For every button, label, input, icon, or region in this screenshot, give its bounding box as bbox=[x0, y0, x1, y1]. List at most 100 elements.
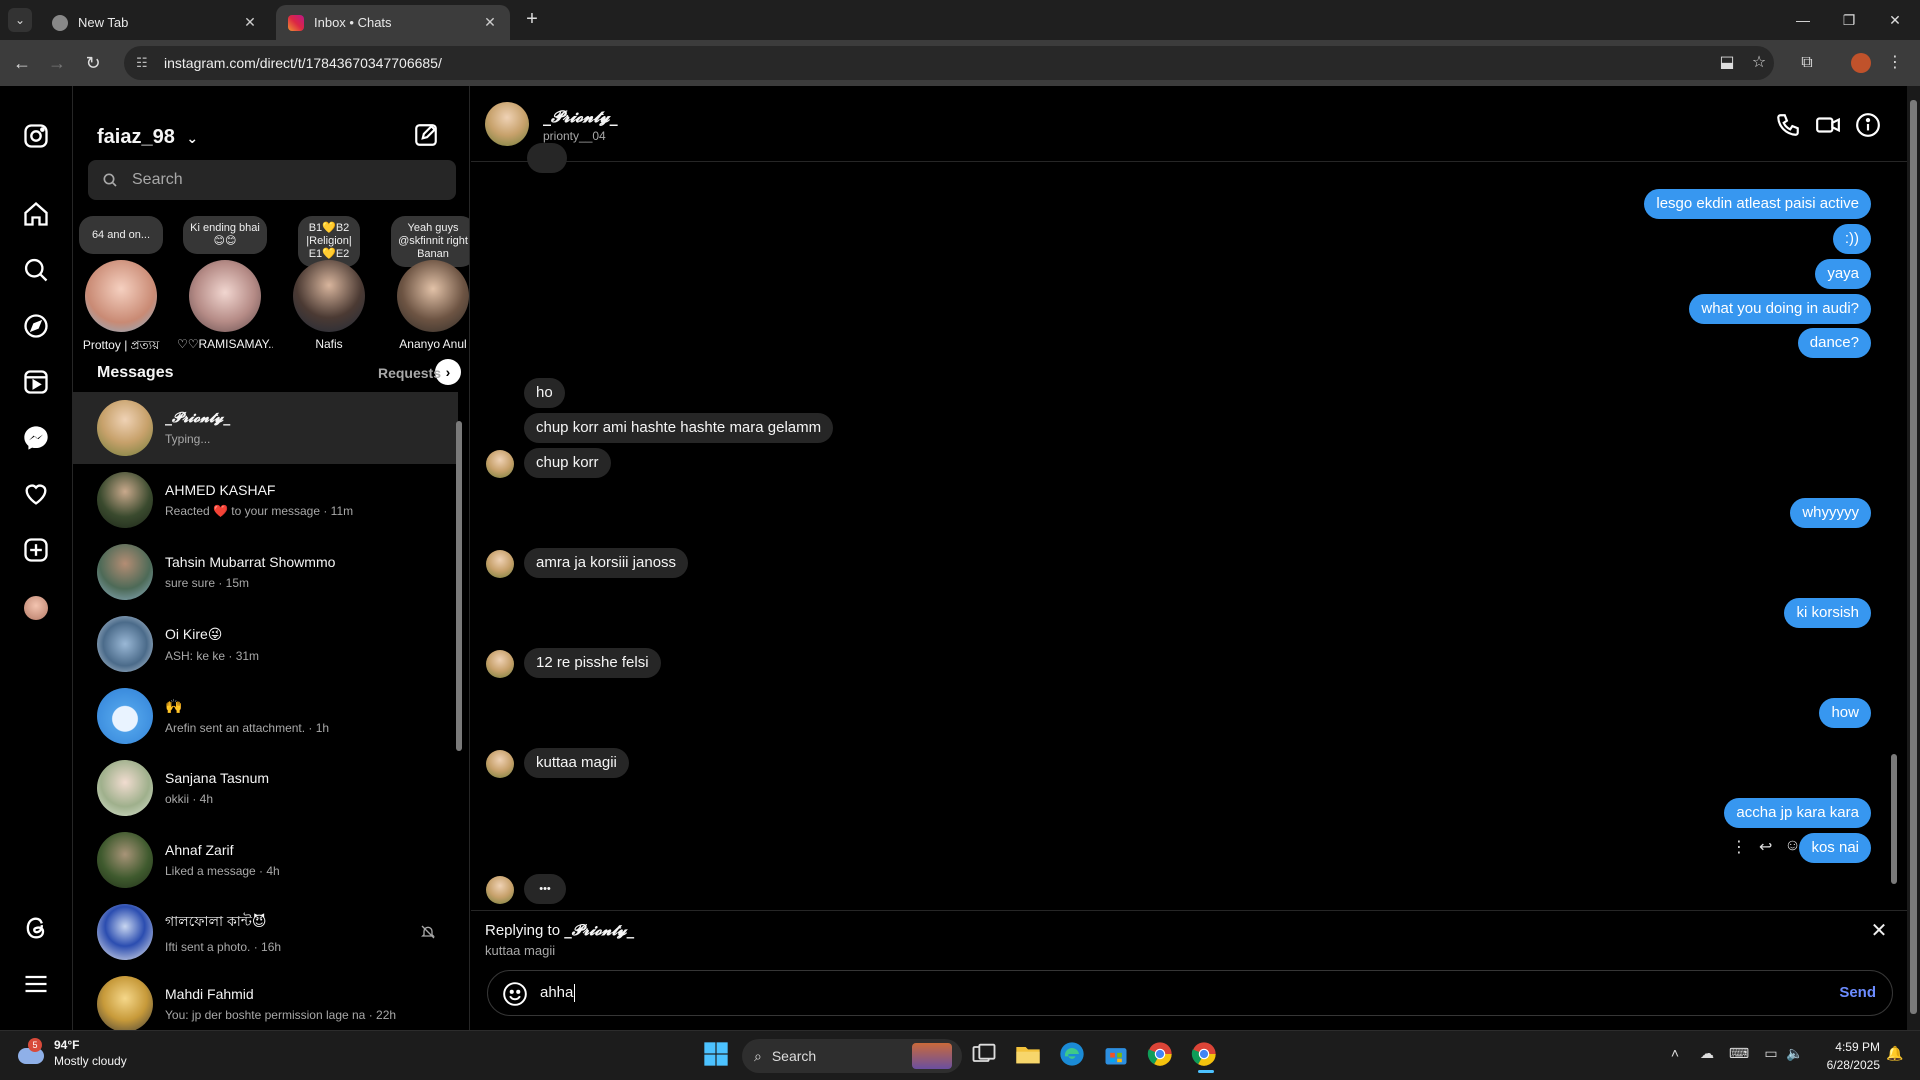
threads-icon[interactable] bbox=[22, 914, 50, 942]
chat-contact-name[interactable]: _𝓟𝓻𝓲𝓸𝓷𝓽𝔂_ bbox=[543, 107, 618, 127]
message-bubble-outgoing[interactable]: dance? bbox=[1797, 328, 1871, 358]
close-icon[interactable]: ✕ bbox=[1867, 919, 1891, 943]
message-bubble-outgoing[interactable]: yaya bbox=[1815, 259, 1871, 289]
microsoft-store-icon[interactable] bbox=[1102, 1040, 1134, 1072]
instagram-logo-icon[interactable] bbox=[22, 122, 50, 150]
browser-menu-icon[interactable]: ⋮ bbox=[1880, 46, 1910, 80]
scrollbar-thumb[interactable] bbox=[1891, 754, 1897, 884]
onedrive-off-icon[interactable]: ☁ bbox=[1696, 1045, 1718, 1062]
file-explorer-icon[interactable] bbox=[1014, 1040, 1046, 1072]
message-bubble-outgoing[interactable]: ki korsish bbox=[1784, 598, 1871, 628]
inbox-scrollbar[interactable] bbox=[455, 401, 463, 1027]
tab-close-icon[interactable]: ✕ bbox=[482, 14, 498, 31]
scrollbar-thumb[interactable] bbox=[456, 421, 462, 751]
message-bubble-incoming[interactable]: chup korr bbox=[524, 448, 611, 478]
message-bubble-outgoing[interactable]: accha jp kara kara bbox=[1724, 798, 1871, 828]
send-button[interactable]: Send bbox=[1839, 984, 1876, 1001]
more-menu-icon[interactable] bbox=[22, 970, 50, 998]
keyboard-icon[interactable]: ⌨ bbox=[1728, 1045, 1750, 1062]
message-bubble-incoming[interactable]: amra ja korsiii janoss bbox=[524, 548, 689, 578]
message-bubble-outgoing[interactable]: how bbox=[1819, 698, 1871, 728]
conversation-item[interactable]: Mahdi Fahmid You: jp der boshte permissi… bbox=[73, 968, 458, 1030]
message-bubble-outgoing[interactable]: whyyyyy bbox=[1790, 498, 1871, 528]
taskbar-search[interactable]: ⌕ Search bbox=[742, 1039, 962, 1073]
reels-icon[interactable] bbox=[22, 368, 50, 396]
account-switcher[interactable]: faiaz_98 ⌄ bbox=[97, 126, 198, 149]
conversation-item[interactable]: Sanjana Tasnum okkii · 4h bbox=[73, 752, 458, 824]
windows-start-icon[interactable] bbox=[702, 1040, 734, 1072]
conversation-item[interactable]: Tahsin Mubarrat Showmmo sure sure · 15m bbox=[73, 536, 458, 608]
new-tab-plus-icon[interactable]: + bbox=[520, 8, 544, 32]
reload-icon[interactable]: ↻ bbox=[80, 50, 106, 76]
conversation-info-icon[interactable] bbox=[1855, 112, 1881, 138]
message-bubble-outgoing[interactable]: kos nai bbox=[1799, 833, 1871, 863]
avatar bbox=[97, 760, 153, 816]
create-plus-icon[interactable] bbox=[22, 536, 50, 564]
message-bubble-outgoing[interactable]: :)) bbox=[1832, 224, 1871, 254]
more-options-icon[interactable]: ⋮ bbox=[1731, 837, 1747, 857]
conversation-item[interactable]: গালফোলা কান্ট😈 Ifti sent a photo. · 16h bbox=[73, 896, 458, 968]
profile-avatar[interactable] bbox=[22, 594, 50, 622]
tab-inbox-chats[interactable]: Inbox • Chats ✕ bbox=[276, 5, 510, 40]
messenger-icon[interactable] bbox=[22, 424, 50, 452]
edge-browser-icon[interactable] bbox=[1058, 1040, 1090, 1072]
tab-search-chevron-icon[interactable]: ⌄ bbox=[8, 8, 32, 32]
phone-call-icon[interactable] bbox=[1775, 112, 1801, 138]
conversation-item[interactable]: AHMED KASHAF Reacted ❤️ to your message … bbox=[73, 464, 458, 536]
chrome-active-icon[interactable] bbox=[1190, 1040, 1222, 1073]
message-input[interactable]: ahha bbox=[540, 984, 576, 1003]
search-input[interactable]: Search bbox=[88, 160, 456, 200]
reply-arrow-icon[interactable]: ↩ bbox=[1759, 837, 1772, 857]
video-call-icon[interactable] bbox=[1815, 112, 1841, 138]
window-close-icon[interactable]: ✕ bbox=[1872, 0, 1918, 40]
message-bubble-incoming[interactable]: kuttaa magii bbox=[524, 748, 629, 778]
requests-link[interactable]: Requests bbox=[378, 365, 441, 381]
explore-compass-icon[interactable] bbox=[22, 312, 50, 340]
conversation-preview: sure sure · 15m bbox=[165, 576, 250, 590]
task-view-icon[interactable] bbox=[970, 1040, 1002, 1072]
avatar bbox=[97, 616, 153, 672]
notification-bell-icon[interactable]: 🔔 bbox=[1884, 1045, 1906, 1062]
weather-widget[interactable]: 5 94°F Mostly cloudy bbox=[16, 1037, 127, 1069]
forward-arrow-icon[interactable]: → bbox=[44, 50, 70, 76]
message-bubble-outgoing[interactable]: what you doing in audi? bbox=[1689, 294, 1871, 324]
scrollbar-thumb[interactable] bbox=[1910, 100, 1917, 1014]
message-bubble-incoming[interactable]: 12 re pisshe felsi bbox=[524, 648, 661, 678]
volume-icon[interactable]: 🔈 bbox=[1784, 1045, 1806, 1062]
page-scrollbar[interactable] bbox=[1907, 86, 1920, 1030]
restore-icon[interactable]: ❐ bbox=[1826, 0, 1872, 40]
message-composer[interactable]: ahha Send bbox=[487, 970, 1893, 1016]
tab-close-icon[interactable]: ✕ bbox=[242, 14, 258, 31]
profile-avatar[interactable] bbox=[1846, 46, 1876, 80]
site-info-icon[interactable]: ☷ bbox=[136, 55, 152, 71]
conversation-item[interactable]: 🙌 Arefin sent an attachment. · 1h bbox=[73, 680, 458, 752]
minimize-icon[interactable]: — bbox=[1780, 0, 1826, 40]
install-app-icon[interactable]: ⬓ bbox=[1712, 46, 1742, 80]
emoji-picker-icon[interactable] bbox=[502, 981, 528, 1007]
new-message-compose-icon[interactable] bbox=[413, 122, 439, 148]
chat-scrollbar[interactable] bbox=[1889, 164, 1899, 919]
system-clock[interactable]: 4:59 PM 6/28/2025 bbox=[1820, 1038, 1880, 1074]
react-emoji-icon[interactable]: ☺ bbox=[1784, 837, 1800, 857]
notifications-heart-icon[interactable] bbox=[22, 480, 50, 508]
chrome-icon[interactable] bbox=[1146, 1040, 1178, 1072]
network-icon[interactable]: ▭ bbox=[1760, 1045, 1782, 1062]
chat-contact-handle: prionty__04 bbox=[543, 129, 606, 143]
message-bubble-incoming[interactable]: ho bbox=[524, 378, 565, 408]
message-bubble-outgoing[interactable]: lesgo ekdin atleast paisi active bbox=[1644, 189, 1871, 219]
tab-new-tab[interactable]: New Tab ✕ bbox=[40, 5, 270, 40]
conversation-item[interactable]: _𝓟𝓻𝓲𝓸𝓷𝓽𝔂_ Typing... bbox=[73, 392, 458, 464]
extensions-icon[interactable]: ⧉ bbox=[1792, 46, 1822, 80]
avatar bbox=[97, 976, 153, 1030]
avatar[interactable] bbox=[485, 102, 529, 146]
conversation-item[interactable]: Oi Kire😜 ASH: ke ke · 31m bbox=[73, 608, 458, 680]
home-icon[interactable] bbox=[22, 200, 50, 228]
message-bubble-incoming[interactable]: chup korr ami hashte hashte mara gelamm bbox=[524, 413, 834, 443]
back-arrow-icon[interactable]: ← bbox=[9, 50, 35, 76]
tray-chevron-up-icon[interactable]: ˄ bbox=[1664, 1045, 1686, 1061]
search-icon[interactable] bbox=[22, 256, 50, 284]
bookmark-star-icon[interactable]: ☆ bbox=[1744, 46, 1774, 80]
chevron-down-icon: ⌄ bbox=[186, 130, 199, 146]
conversation-item[interactable]: Ahnaf Zarif Liked a message · 4h bbox=[73, 824, 458, 896]
address-bar[interactable]: ☷ instagram.com/direct/t/178436703477066… bbox=[124, 46, 1774, 80]
